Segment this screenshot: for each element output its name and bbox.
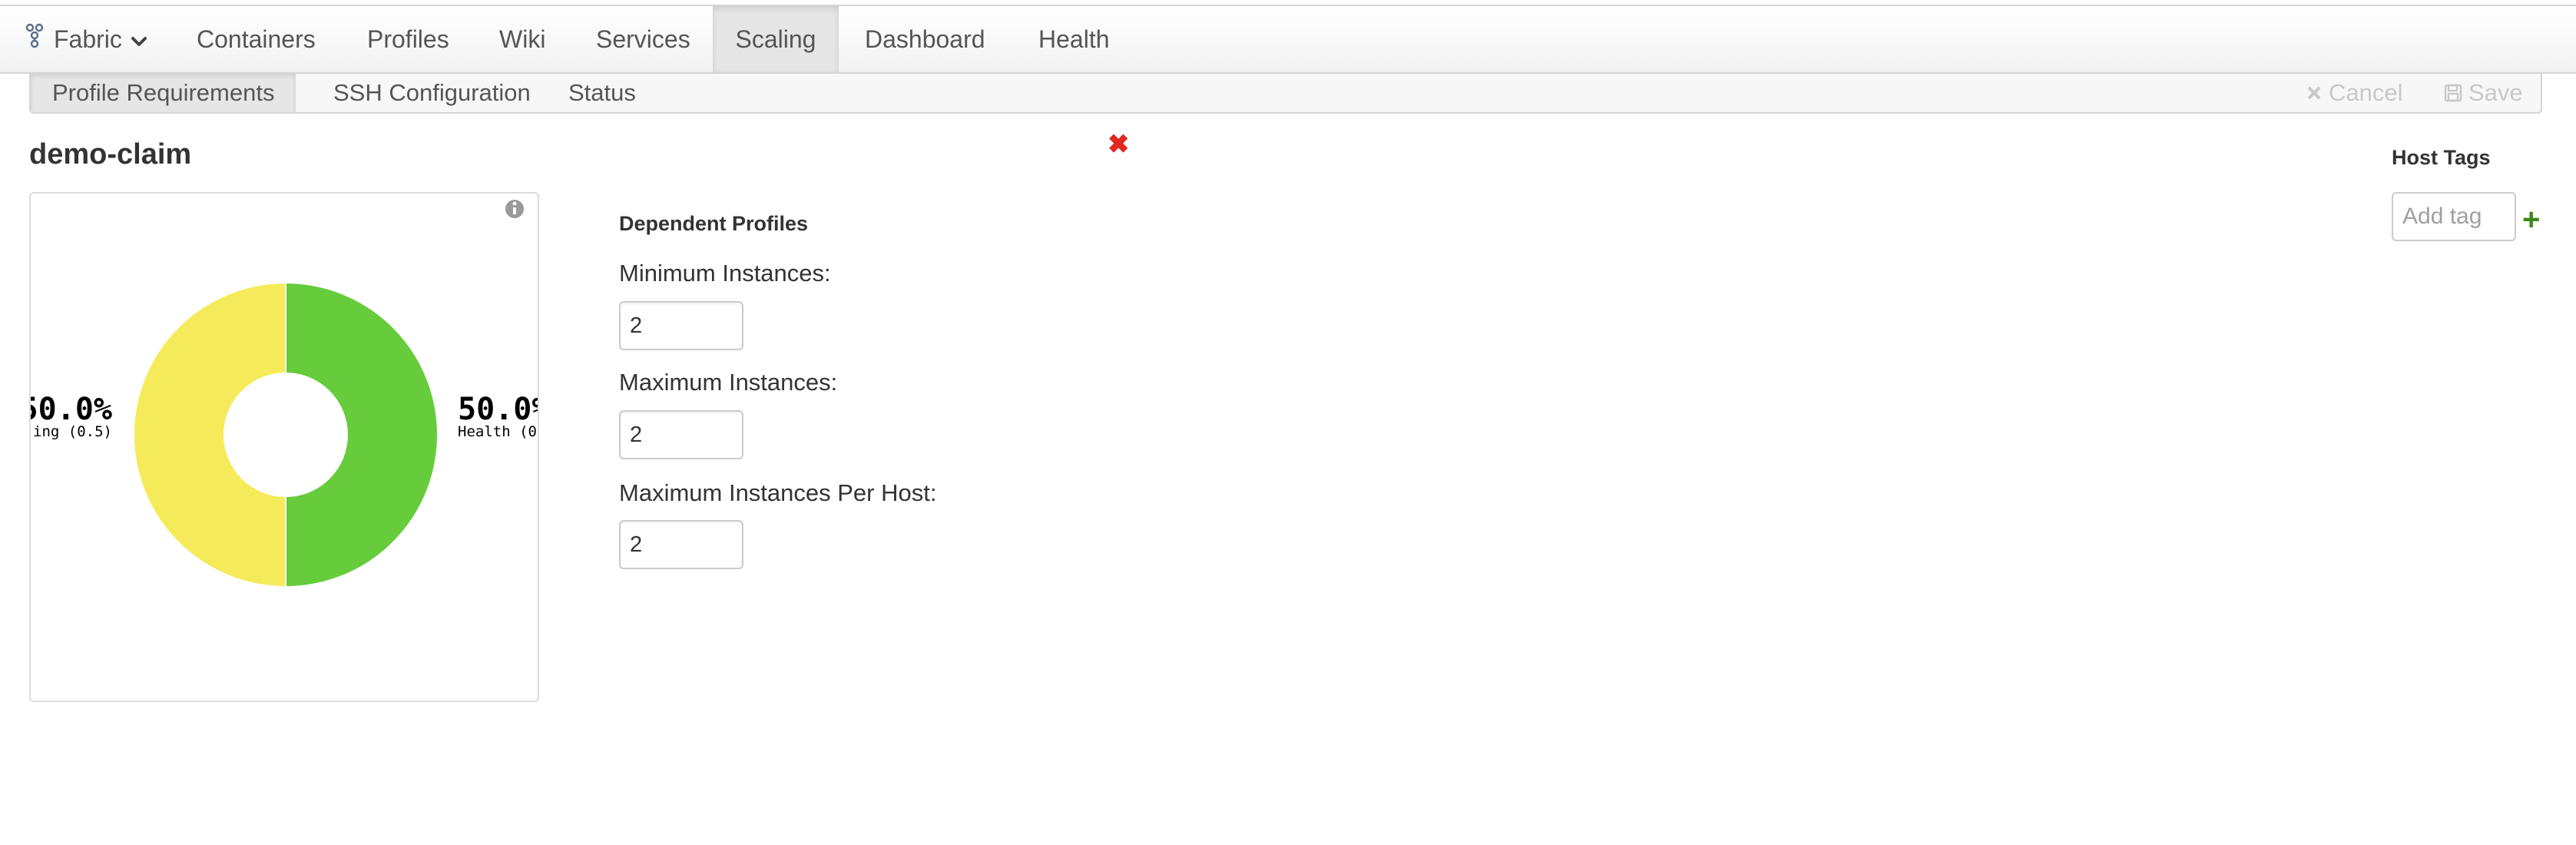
max-per-host-input[interactable]	[619, 520, 743, 569]
save-button[interactable]: Save	[2444, 74, 2523, 112]
close-icon	[2307, 86, 2321, 100]
chevron-down-icon	[131, 37, 147, 46]
right-slice-percent-label: 50.0%	[458, 392, 539, 427]
tab-ssh-configuration[interactable]: SSH Configuration	[312, 74, 552, 112]
nav-scaling[interactable]: Scaling	[713, 6, 839, 72]
profile-title: demo-claim	[29, 138, 192, 171]
max-instances-label: Maximum Instances:	[619, 369, 838, 396]
nav-dashboard[interactable]: Dashboard	[839, 6, 1012, 72]
add-tag-input[interactable]	[2392, 192, 2516, 241]
min-instances-label: Minimum Instances:	[619, 260, 831, 287]
max-instances-input[interactable]	[619, 410, 743, 459]
top-navbar: Fabric Containers Profiles Wiki Services…	[0, 5, 2576, 74]
donut-slice-1[interactable]	[133, 281, 286, 588]
tab-status[interactable]: Status	[547, 74, 657, 112]
left-slice-name-label: ing (0.5)	[33, 423, 112, 440]
brand-label: Fabric	[54, 25, 122, 53]
brand-dropdown[interactable]: Fabric	[23, 6, 148, 72]
donut-chart: 50.0%ing (0.5)50.0%Health (0	[31, 200, 539, 588]
save-label: Save	[2468, 79, 2523, 106]
nav-profiles[interactable]: Profiles	[341, 6, 475, 72]
max-per-host-label: Maximum Instances Per Host:	[619, 479, 937, 506]
dependent-profiles-heading: Dependent Profiles	[619, 212, 809, 235]
donut-slice-0[interactable]	[285, 281, 439, 588]
info-icon[interactable]	[505, 200, 524, 218]
sub-toolbar: Profile Requirements SSH Configuration S…	[29, 74, 2542, 114]
left-slice-percent-label: 50.0%	[31, 392, 112, 427]
nav-health[interactable]: Health	[1012, 6, 1136, 72]
cancel-label: Cancel	[2329, 79, 2403, 106]
cancel-button[interactable]: Cancel	[2306, 74, 2403, 112]
chart-panel: 50.0%ing (0.5)50.0%Health (0	[29, 192, 539, 702]
nav-wiki[interactable]: Wiki	[473, 6, 571, 72]
min-instances-input[interactable]	[619, 301, 743, 350]
floppy-disk-icon	[2444, 84, 2462, 102]
tab-profile-requirements[interactable]: Profile Requirements	[31, 74, 296, 112]
nav-containers[interactable]: Containers	[171, 6, 342, 72]
nav-services[interactable]: Services	[570, 6, 717, 72]
plus-icon[interactable]: +	[2522, 204, 2540, 235]
host-tags-label: Host Tags	[2392, 146, 2491, 169]
fabric-logo-icon	[25, 23, 44, 48]
right-slice-name-label: Health (0	[458, 423, 537, 440]
remove-profile-icon[interactable]: ✖	[1108, 129, 1130, 160]
